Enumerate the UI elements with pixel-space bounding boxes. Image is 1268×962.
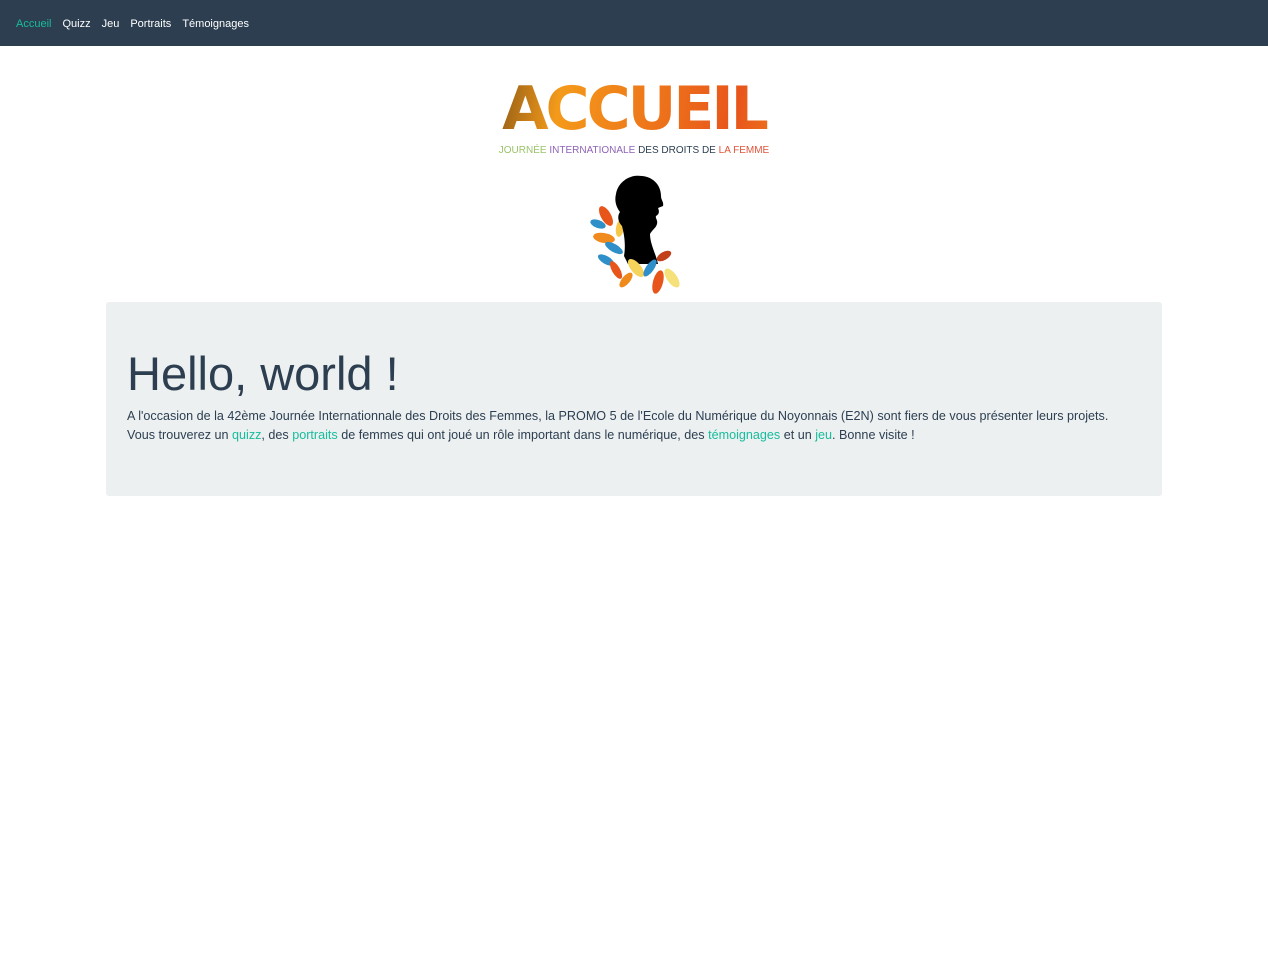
link-temoignages[interactable]: témoignages	[708, 428, 780, 442]
leaf	[656, 250, 672, 262]
intro-text: Vous trouverez un	[127, 428, 233, 442]
nav-link-portraits[interactable]: Portraits	[130, 18, 171, 30]
intro-paragraph: A l'occasion de la 42ème Journée Interna…	[127, 407, 1147, 445]
nav-item-jeu: Jeu	[102, 14, 120, 32]
intro-text: de femmes qui ont joué un rôle important…	[337, 428, 709, 442]
nav-link-accueil[interactable]: Accueil	[16, 18, 51, 30]
link-portraits[interactable]: portraits	[292, 428, 338, 442]
logo-subtitle: JOURNÉE INTERNATIONALE DES DROITS DE LA …	[0, 145, 1268, 157]
top-navbar: Accueil Quizz Jeu Portraits Témoignages	[0, 0, 1268, 46]
woman-silhouette-logo	[590, 175, 680, 294]
logo-subtitle-part2: INTERNATIONALE	[549, 145, 639, 156]
intro-text: . Bonne visite !	[832, 428, 915, 442]
nav-item-quizz: Quizz	[62, 14, 90, 32]
nav-item-accueil: Accueil	[16, 14, 51, 32]
page-title: Hello, world !	[127, 347, 399, 400]
nav-link-temoignages[interactable]: Témoignages	[182, 18, 249, 30]
link-quizz[interactable]: quizz	[232, 428, 261, 442]
leaf	[664, 268, 680, 288]
nav-link-jeu[interactable]: Jeu	[102, 18, 120, 30]
link-jeu[interactable]: jeu	[815, 428, 832, 442]
intro-text: , des	[261, 428, 293, 442]
nav-item-temoignages: Témoignages	[182, 14, 249, 32]
jumbotron: Hello, world ! A l'occasion de la 42ème …	[106, 302, 1162, 496]
logo-subtitle-part3: DES DROITS DE	[638, 145, 719, 156]
nav-menu: Accueil Quizz Jeu Portraits Témoignages	[16, 0, 260, 46]
logo-title: ACCUEIL	[0, 74, 1268, 144]
intro-line1: A l'occasion de la 42ème Journée Interna…	[127, 409, 1109, 423]
logo-subtitle-part1: JOURNÉE	[498, 145, 550, 156]
nav-link-quizz[interactable]: Quizz	[62, 18, 90, 30]
intro-text: et un	[780, 428, 816, 442]
leaf	[652, 270, 664, 294]
logo-subtitle-part4: LA FEMME	[718, 145, 770, 156]
nav-item-portraits: Portraits	[130, 14, 171, 32]
